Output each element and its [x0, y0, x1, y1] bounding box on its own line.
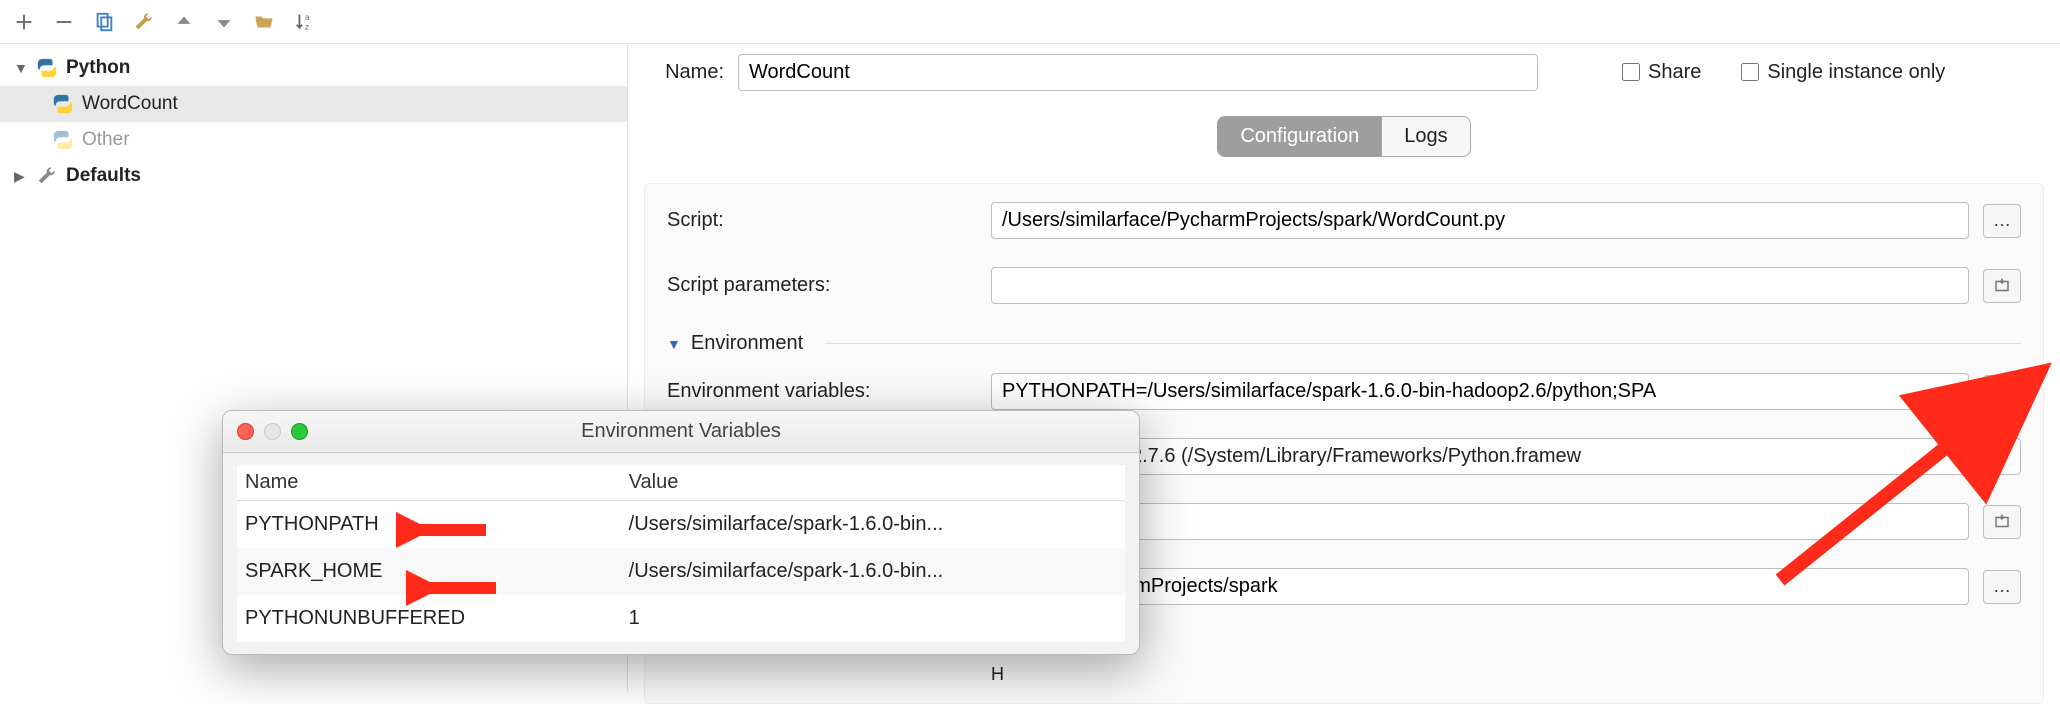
tree-item-label: WordCount — [82, 93, 178, 115]
env-value-cell: /Users/similarface/spark-1.6.0-bin... — [629, 560, 1117, 583]
interpreter-options-expand-button[interactable] — [1983, 505, 2021, 539]
chevron-down-icon: ▼ — [667, 336, 681, 352]
env-value-cell: /Users/similarface/spark-1.6.0-bin... — [629, 513, 1117, 536]
table-row[interactable]: PYTHONPATH /Users/similarface/spark-1.6.… — [237, 501, 1125, 548]
tab-logs[interactable]: Logs — [1381, 116, 1470, 157]
environment-section-label: Environment — [691, 332, 803, 355]
minus-icon[interactable] — [52, 10, 76, 34]
plus-icon[interactable] — [12, 10, 36, 34]
toolbar: az — [0, 0, 2060, 44]
updown-icon: ▲▼ — [1996, 449, 2010, 465]
dialog-titlebar[interactable]: Environment Variables — [223, 411, 1139, 453]
env-name-cell: PYTHONPATH — [245, 513, 629, 536]
working-dir-browse-button[interactable]: … — [1983, 570, 2021, 604]
sort-az-icon[interactable]: az — [292, 10, 316, 34]
script-params-expand-button[interactable] — [1983, 269, 2021, 303]
env-vars-label: Environment variables: — [667, 380, 977, 403]
share-checkbox[interactable]: Share — [1622, 61, 1701, 84]
partial-text-2: H — [991, 664, 1004, 685]
wrench-icon — [36, 165, 58, 187]
script-input[interactable] — [991, 202, 1969, 239]
svg-text:z: z — [305, 22, 309, 31]
env-value-cell: 1 — [629, 607, 1117, 630]
env-name-cell: PYTHONUNBUFFERED — [245, 607, 629, 630]
single-instance-label: Single instance only — [1767, 61, 1945, 84]
env-vars-input[interactable] — [991, 373, 1969, 410]
tab-configuration[interactable]: Configuration — [1217, 116, 1382, 157]
env-vars-table: Name Value PYTHONPATH /Users/similarface… — [223, 453, 1139, 654]
copy-icon[interactable] — [92, 10, 116, 34]
table-row[interactable]: PYTHONUNBUFFERED 1 — [237, 595, 1125, 642]
svg-text:a: a — [305, 13, 310, 22]
column-header-value[interactable]: Value — [629, 471, 1117, 494]
table-row[interactable]: SPARK_HOME /Users/similarface/spark-1.6.… — [237, 548, 1125, 595]
tree-node-label: Defaults — [66, 165, 141, 187]
environment-section-header[interactable]: ▼ Environment — [667, 332, 2021, 355]
dialog-title: Environment Variables — [223, 420, 1139, 443]
divider — [825, 343, 2021, 344]
name-label: Name: — [644, 61, 724, 84]
tree-item-label: Other — [82, 129, 130, 151]
tree-node-defaults[interactable]: ▶ Defaults — [0, 158, 627, 194]
column-header-name[interactable]: Name — [245, 471, 629, 494]
chevron-down-icon: ▼ — [14, 60, 28, 76]
python-icon — [36, 57, 58, 79]
python-icon — [52, 93, 74, 115]
single-instance-checkbox[interactable]: Single instance only — [1741, 61, 1945, 84]
share-label: Share — [1648, 61, 1701, 84]
env-vars-browse-button[interactable]: … — [1983, 375, 2021, 409]
tree-node-label: Python — [66, 57, 130, 79]
name-input[interactable] — [738, 54, 1538, 91]
tree-item-wordcount[interactable]: WordCount — [0, 86, 627, 122]
script-browse-button[interactable]: … — [1983, 204, 2021, 238]
arrow-up-icon[interactable] — [172, 10, 196, 34]
tree-node-python[interactable]: ▼ Python — [0, 50, 627, 86]
chevron-right-icon: ▶ — [14, 168, 28, 185]
arrow-down-icon[interactable] — [212, 10, 236, 34]
env-vars-dialog: Environment Variables Name Value PYTHONP… — [222, 410, 1140, 655]
env-name-cell: SPARK_HOME — [245, 560, 629, 583]
wrench-icon[interactable] — [132, 10, 156, 34]
folder-open-icon[interactable] — [252, 10, 276, 34]
python-icon — [52, 129, 74, 151]
script-params-label: Script parameters: — [667, 274, 977, 297]
script-params-input[interactable] — [991, 267, 1969, 304]
script-label: Script: — [667, 209, 977, 232]
interpreter-dropdown[interactable]: efault (Python 2.7.6 (/System/Library/Fr… — [991, 438, 2021, 475]
tree-item-other[interactable]: Other — [0, 122, 627, 158]
tabs: Configuration Logs — [644, 116, 2044, 157]
